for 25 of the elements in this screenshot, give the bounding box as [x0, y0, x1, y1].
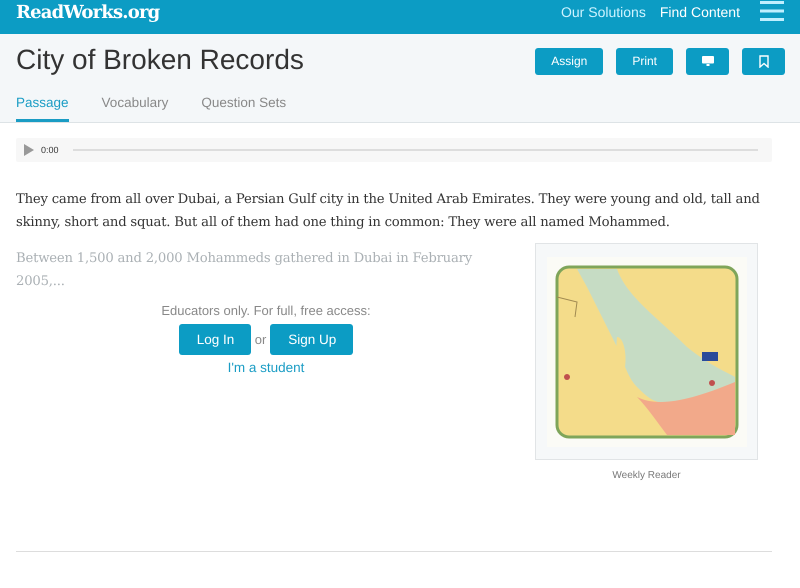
nav-link[interactable]: Find Content: [660, 4, 740, 20]
access-message: Educators only. For full, free access:: [161, 303, 371, 318]
action-button[interactable]: Print: [616, 48, 673, 74]
figure-caption: Weekly Reader: [612, 470, 681, 481]
action-button[interactable]: Assign: [535, 48, 604, 74]
bookmark-button[interactable]: [742, 48, 785, 74]
or-label: or: [254, 332, 266, 347]
passage-paragraph: They came from all over Dubai, a Persian Gulf city in the United Arab Emirates. They were young and old, tall and skinny, short and squat. But all of them had one thing in common: They were all named Mohammed.: [16, 191, 761, 232]
tab[interactable]: Vocabulary: [102, 95, 168, 122]
nav-link[interactable]: Our Solutions: [561, 4, 646, 20]
tab[interactable]: Passage: [16, 95, 69, 122]
login-button[interactable]: Log In: [178, 324, 251, 355]
student-link[interactable]: I'm a student: [228, 360, 304, 375]
passage-teaser: Between 1,500 and 2,000 Mohammeds gathered in Dubai in February 2005,...: [16, 250, 474, 291]
signup-button[interactable]: Sign Up: [270, 324, 354, 355]
tab[interactable]: Question Sets: [201, 95, 286, 122]
present-button[interactable]: [686, 48, 729, 74]
play-icon[interactable]: [24, 144, 34, 156]
menu-icon[interactable]: [760, 1, 784, 21]
page-title: City of Broken Records: [16, 44, 304, 76]
logo[interactable]: ReadWorks.org: [16, 2, 160, 22]
audio-player[interactable]: 0:00: [16, 138, 772, 162]
monitor-icon: [702, 56, 714, 66]
bookmark-icon: [758, 54, 768, 68]
audio-time: 0:00: [41, 145, 59, 155]
